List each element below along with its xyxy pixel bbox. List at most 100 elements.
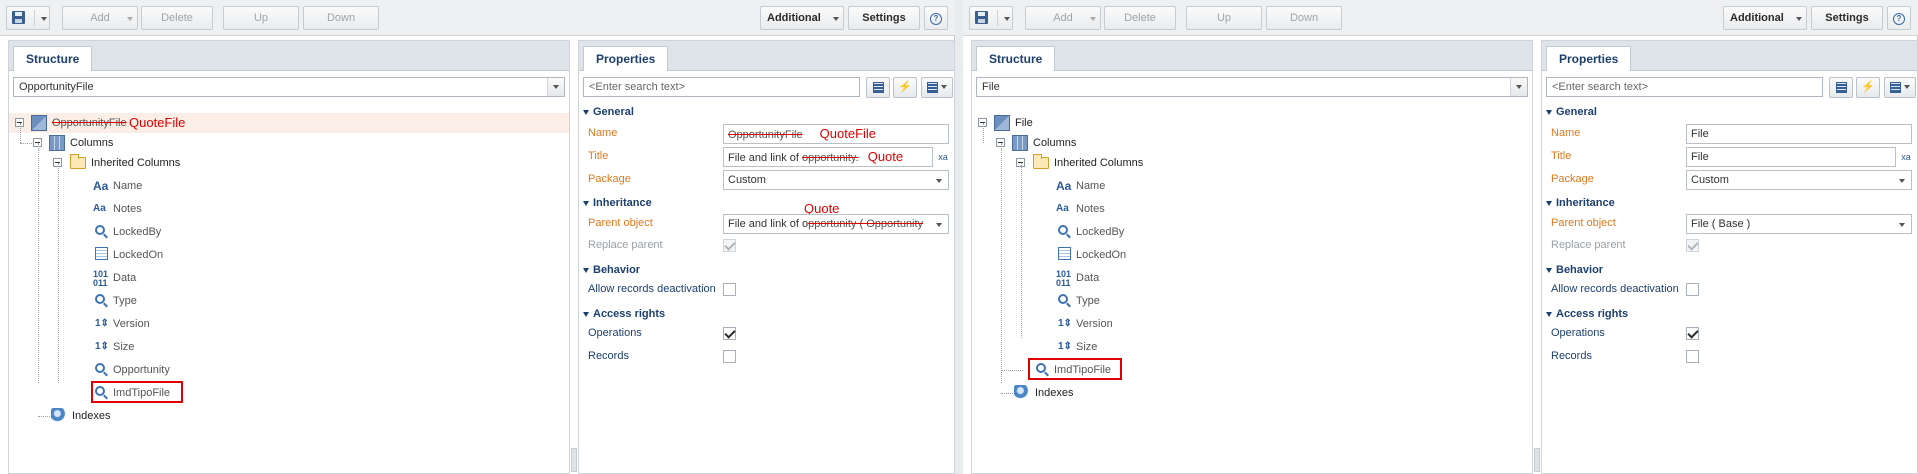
lookup-icon [1058, 225, 1068, 235]
down-button[interactable]: Down [303, 6, 379, 30]
title-field[interactable]: File [1686, 147, 1896, 167]
integer-icon: 1⇕ [1058, 341, 1072, 352]
group-general[interactable]: General [1546, 103, 1597, 121]
settings-button[interactable]: Settings [848, 6, 920, 30]
delete-button[interactable]: Delete [1104, 6, 1176, 30]
settings-button[interactable]: Settings [1811, 6, 1883, 30]
parent-object-select[interactable]: File and link of opportunity ( Opportuni… [723, 214, 949, 234]
deactivation-checkbox[interactable] [723, 283, 736, 296]
search-input[interactable]: <Enter search text> [583, 77, 860, 97]
chevron-down-icon[interactable] [936, 179, 942, 183]
search-input[interactable]: <Enter search text> [1546, 77, 1823, 97]
help-button[interactable]: ? [924, 6, 948, 30]
binary-icon: 101 011 [93, 269, 109, 288]
chevron-down-icon[interactable] [936, 223, 942, 227]
package-select[interactable]: Custom [1686, 170, 1912, 190]
group-view-button[interactable] [1829, 77, 1853, 98]
grid-icon [926, 81, 938, 93]
localize-icon[interactable]: xa [1898, 147, 1914, 167]
name-label: Name [588, 127, 618, 139]
add-button[interactable]: Add [1025, 6, 1101, 30]
chevron-down-icon[interactable] [41, 17, 47, 21]
object-select[interactable]: OpportunityFile [13, 77, 565, 97]
chevron-down-icon [1904, 85, 1911, 90]
chevron-down-icon [553, 85, 559, 89]
chevron-down-icon [833, 17, 839, 21]
chevron-down-icon [127, 17, 133, 21]
toolbar: Add Delete Up Down Additional Settings ? [0, 0, 955, 36]
tab-structure[interactable]: Structure [976, 46, 1056, 71]
group-general[interactable]: General [583, 103, 634, 121]
chevron-down-icon[interactable] [1899, 223, 1905, 227]
group-behavior[interactable]: Behavior [583, 261, 640, 279]
additional-button[interactable]: Additional [760, 6, 844, 30]
chevron-down-icon [941, 85, 948, 90]
help-icon: ? [930, 13, 942, 25]
dropdown-button[interactable] [1510, 78, 1527, 96]
structure-panel: Structure File File Columns Inherited Co… [971, 40, 1533, 474]
records-label: Records [1551, 350, 1592, 362]
highlight-box [1028, 358, 1122, 380]
name-label: Name [1551, 127, 1581, 139]
panel-splitter[interactable] [1534, 448, 1540, 472]
chevron-down-icon [1516, 85, 1522, 89]
events-button[interactable]: ⚡ [893, 77, 917, 98]
operations-checkbox[interactable] [723, 327, 736, 340]
structure-tree: OpportunityFile QuoteFile Columns Inheri… [9, 103, 569, 473]
panel-splitter[interactable] [571, 448, 577, 472]
group-access-rights[interactable]: Access rights [583, 305, 665, 323]
title-field[interactable]: File and link of opportunity. Quote [723, 147, 933, 167]
delete-button[interactable]: Delete [141, 6, 213, 30]
tab-properties[interactable]: Properties [1546, 46, 1632, 71]
group-behavior[interactable]: Behavior [1546, 261, 1603, 279]
tab-structure[interactable]: Structure [13, 46, 93, 71]
events-button[interactable]: ⚡ [1856, 77, 1880, 98]
title-label: Title [1551, 150, 1572, 162]
parent-object-select[interactable]: File ( Base ) [1686, 214, 1912, 234]
name-field[interactable]: OpportunityFile QuoteFile [723, 124, 949, 144]
text-icon: Aa [93, 179, 109, 193]
view-options-button[interactable] [1884, 77, 1916, 98]
indexes-icon [51, 408, 67, 424]
deactivation-label: Allow records deactivation [588, 283, 716, 295]
folder-icon [70, 154, 86, 169]
records-checkbox[interactable] [723, 350, 736, 363]
up-button[interactable]: Up [223, 6, 299, 30]
package-label: Package [588, 173, 631, 185]
additional-button[interactable]: Additional [1723, 6, 1807, 30]
view-options-button[interactable] [921, 77, 953, 98]
save-button[interactable] [969, 6, 1013, 30]
properties-panel: Properties <Enter search text> ⚡ General… [1541, 40, 1918, 474]
package-label: Package [1551, 173, 1594, 185]
replace-parent-checkbox [1686, 239, 1699, 252]
structure-tree: File Columns Inherited Columns Aa Name A… [972, 103, 1532, 473]
indexes-icon [1014, 385, 1030, 401]
dropdown-button[interactable] [547, 78, 564, 96]
up-button[interactable]: Up [1186, 6, 1262, 30]
add-button[interactable]: Add [62, 6, 138, 30]
chevron-down-icon[interactable] [1899, 179, 1905, 183]
group-inheritance[interactable]: Inheritance [583, 194, 652, 212]
package-select[interactable]: Custom [723, 170, 949, 190]
lightning-icon: ⚡ [1861, 81, 1875, 93]
help-button[interactable]: ? [1887, 6, 1911, 30]
name-field[interactable]: File [1686, 124, 1912, 144]
tree-row-root[interactable]: OpportunityFile QuoteFile [9, 113, 569, 133]
down-button[interactable]: Down [1266, 6, 1342, 30]
save-button[interactable] [6, 6, 50, 30]
text-icon: Aa [1056, 179, 1072, 193]
records-checkbox[interactable] [1686, 350, 1699, 363]
tab-properties[interactable]: Properties [583, 46, 669, 71]
group-inheritance[interactable]: Inheritance [1546, 194, 1615, 212]
deactivation-checkbox[interactable] [1686, 283, 1699, 296]
operations-checkbox[interactable] [1686, 327, 1699, 340]
chevron-down-icon[interactable] [1004, 17, 1010, 21]
structure-panel: Structure OpportunityFile OpportunityFil… [8, 40, 570, 474]
group-access-rights[interactable]: Access rights [1546, 305, 1628, 323]
integer-icon: 1⇕ [95, 341, 109, 352]
columns-icon [1012, 135, 1028, 151]
replace-parent-checkbox [723, 239, 736, 252]
object-select[interactable]: File [976, 77, 1528, 97]
group-view-button[interactable] [866, 77, 890, 98]
localize-icon[interactable]: xa [935, 147, 951, 167]
